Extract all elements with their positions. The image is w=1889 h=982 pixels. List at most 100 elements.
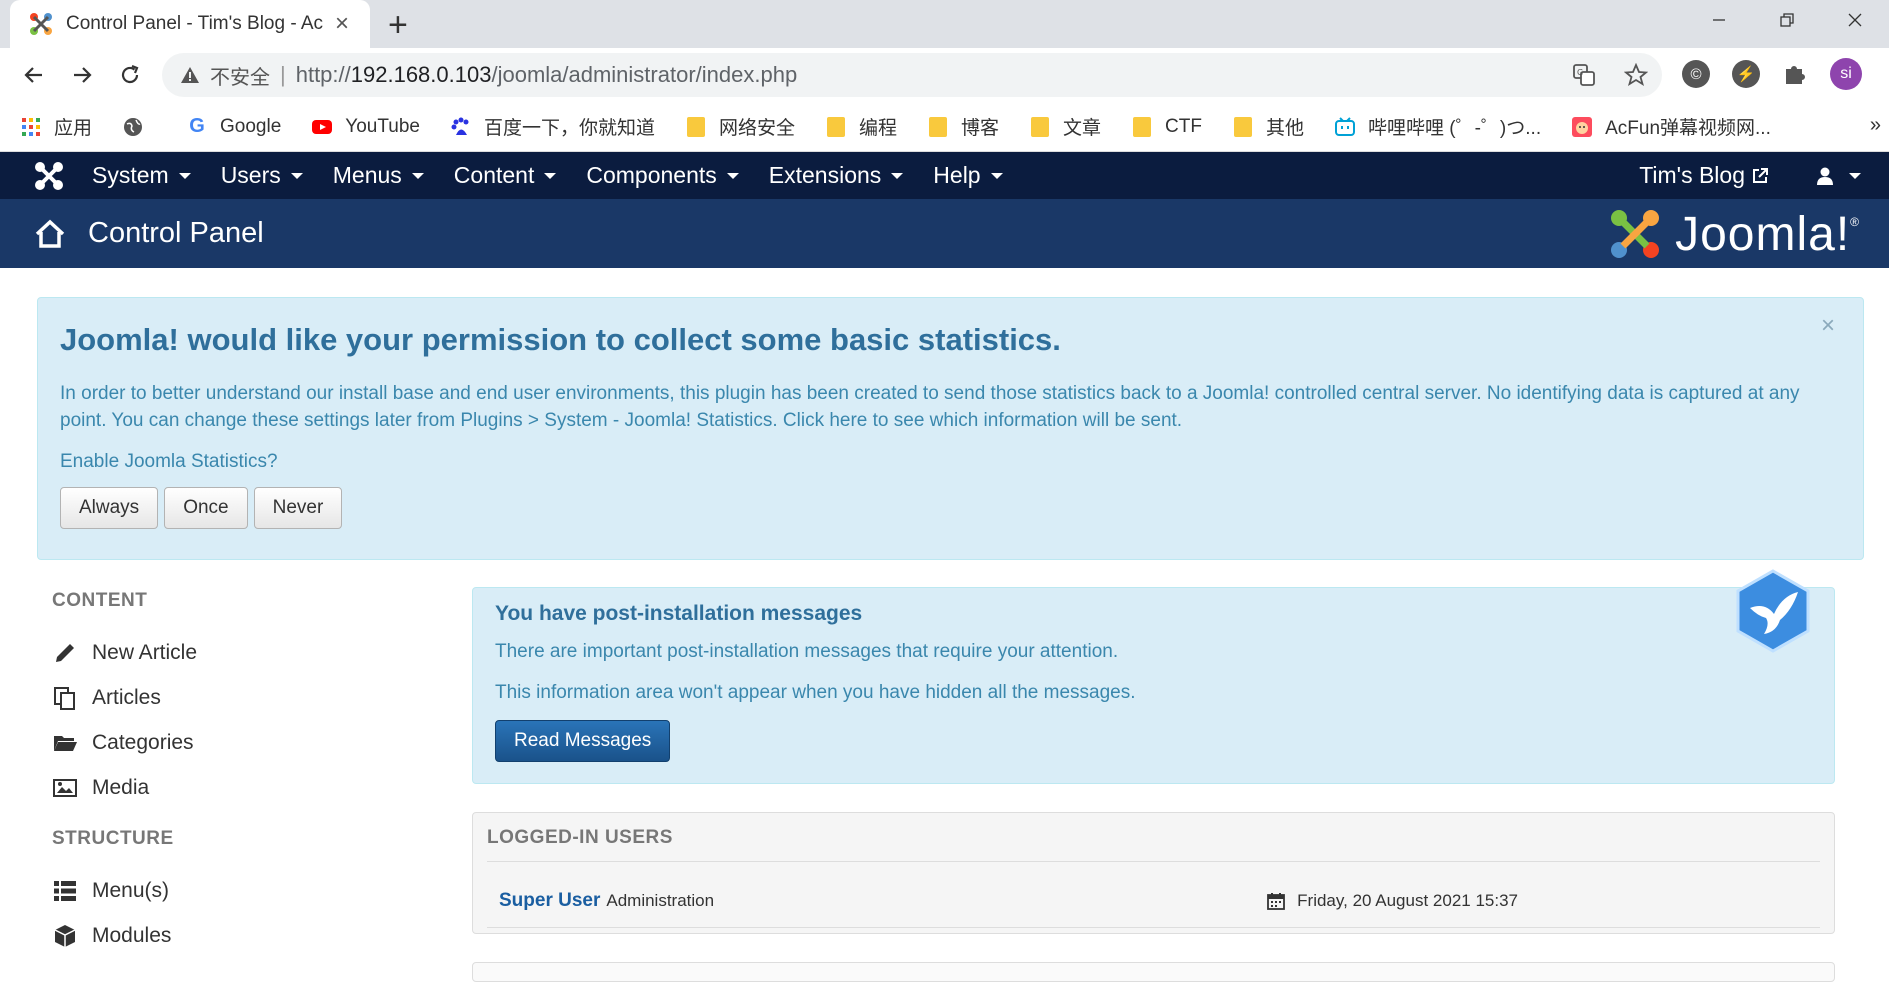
bookmarks-overflow-button[interactable]: » xyxy=(1870,114,1881,137)
sidebar-item-new-article[interactable]: New Article xyxy=(52,630,412,675)
tab-close-icon[interactable]: × xyxy=(328,10,356,38)
pencil-icon xyxy=(56,643,74,662)
login-date-text: Friday, 20 August 2021 15:37 xyxy=(1297,890,1518,910)
bookmark-folder-ctf[interactable]: CTF xyxy=(1131,116,1202,138)
not-secure-label: 不安全 xyxy=(210,66,270,89)
bookmark-globe[interactable] xyxy=(122,116,156,138)
sidebar-item-categories[interactable]: Categories xyxy=(52,720,412,765)
bookmark-folder-articles[interactable]: 文章 xyxy=(1029,113,1101,140)
read-messages-button[interactable]: Read Messages xyxy=(495,720,671,762)
sidebar-item-articles[interactable]: Articles xyxy=(52,675,412,720)
menu-components[interactable]: Components xyxy=(586,162,739,189)
svg-text:G: G xyxy=(1577,68,1583,77)
lightning-extension-icon[interactable]: ⚡ xyxy=(1732,60,1760,88)
post-installation-panel: You have post-installation messages Ther… xyxy=(472,587,1835,784)
bookmark-apps[interactable]: 应用 xyxy=(20,113,92,140)
menu-label: Content xyxy=(453,162,535,188)
url-prefix: http:// xyxy=(295,62,351,87)
sidebar-item-media[interactable]: Media xyxy=(52,765,412,810)
bookmark-youtube[interactable]: YouTube xyxy=(311,116,420,138)
alert-close-icon[interactable]: × xyxy=(1821,312,1835,340)
alert-body: In order to better understand our instal… xyxy=(60,383,1800,431)
logged-in-heading: LOGGED-IN USERS xyxy=(487,827,1820,862)
caret-down-icon xyxy=(290,172,303,179)
browser-tab-bar: Control Panel - Tim's Blog - Ac × + xyxy=(0,0,1889,48)
bookmark-label: 应用 xyxy=(54,118,93,139)
user-menu[interactable] xyxy=(1815,166,1861,186)
puzzle-extensions-icon[interactable] xyxy=(1782,61,1808,87)
registered-mark: ® xyxy=(1850,215,1859,229)
login-date: Friday, 20 August 2021 15:37 xyxy=(1267,891,1518,911)
url-text: http://192.168.0.103/joomla/administrato… xyxy=(296,62,797,88)
bookmark-google[interactable]: G Google xyxy=(186,115,281,138)
caret-down-icon xyxy=(1849,172,1861,179)
menu-help[interactable]: Help xyxy=(933,162,1003,189)
site-link[interactable]: Tim's Blog xyxy=(1639,162,1769,189)
user-role: Administration xyxy=(606,890,715,910)
new-tab-button[interactable]: + xyxy=(388,6,408,45)
folder-icon xyxy=(927,116,949,138)
menu-content[interactable]: Content xyxy=(454,162,557,189)
once-button[interactable]: Once xyxy=(164,487,248,529)
profile-avatar[interactable]: si xyxy=(1830,58,1862,90)
reload-button[interactable] xyxy=(108,53,152,97)
bookmark-acfun[interactable]: AcFun弹幕视频网... xyxy=(1571,113,1771,140)
restore-button[interactable] xyxy=(1753,0,1821,40)
bookmark-folder-other[interactable]: 其他 xyxy=(1232,113,1304,140)
next-panel-edge xyxy=(472,962,1835,982)
minimize-button[interactable] xyxy=(1685,0,1753,40)
bookmark-folder-programming[interactable]: 编程 xyxy=(825,113,897,140)
sidebar-item-modules[interactable]: Modules xyxy=(52,913,412,958)
user-name-link[interactable]: Super User xyxy=(499,890,600,912)
copyright-extension-icon[interactable]: © xyxy=(1682,60,1710,88)
youtube-icon xyxy=(312,119,333,134)
never-button[interactable]: Never xyxy=(253,487,343,529)
bookmark-label: YouTube xyxy=(345,115,420,137)
bookmark-label: CTF xyxy=(1165,115,1202,137)
browser-tab-active[interactable]: Control Panel - Tim's Blog - Ac × xyxy=(10,0,370,48)
bookmark-label: 网络安全 xyxy=(718,118,795,139)
menu-menus[interactable]: Menus xyxy=(333,162,424,189)
translate-icon[interactable]: G xyxy=(1572,63,1596,87)
browser-toolbar: 不安全 | http://192.168.0.103/joomla/admini… xyxy=(0,48,1889,102)
menu-label: Help xyxy=(933,162,981,188)
menu-extensions[interactable]: Extensions xyxy=(769,162,904,189)
navbar-right: Tim's Blog xyxy=(1639,152,1861,199)
sidebar-item-menus[interactable]: Menu(s) xyxy=(52,868,412,913)
bookmark-baidu[interactable]: 百度一下，你就知道 xyxy=(450,113,655,140)
menu-label: Extensions xyxy=(768,162,882,188)
sidebar-item-label: Modules xyxy=(92,923,172,947)
sidebar-item-label: New Article xyxy=(92,640,198,664)
forward-button[interactable] xyxy=(60,53,104,97)
menu-system[interactable]: System xyxy=(92,162,191,189)
menu-label: System xyxy=(92,162,169,188)
always-button[interactable]: Always xyxy=(60,487,159,529)
apps-grid-icon xyxy=(22,117,40,136)
folder-icon xyxy=(685,116,707,138)
back-button[interactable] xyxy=(12,53,56,97)
alert-heading: Joomla! would like your permission to co… xyxy=(60,322,1061,357)
caret-down-icon xyxy=(411,172,424,179)
close-window-button[interactable] xyxy=(1821,0,1889,40)
minimize-icon xyxy=(1713,19,1725,21)
bookmark-label: 文章 xyxy=(1063,118,1102,139)
sidebar-item-label: Articles xyxy=(92,685,161,709)
bookmark-folder-blog[interactable]: 博客 xyxy=(927,113,999,140)
caret-down-icon xyxy=(544,172,557,179)
address-bar[interactable]: 不安全 | http://192.168.0.103/joomla/admini… xyxy=(162,53,1662,97)
caret-down-icon xyxy=(726,172,739,179)
bird-badge-icon[interactable] xyxy=(1730,568,1816,654)
content-heading: CONTENT xyxy=(52,590,148,611)
menu-label: Components xyxy=(586,162,717,188)
sidebar-item-label: Media xyxy=(92,775,150,799)
bookmark-folder-security[interactable]: 网络安全 xyxy=(685,113,795,140)
browser-menu-icon[interactable]: ⋮ xyxy=(1884,59,1889,90)
bookmark-star-icon[interactable] xyxy=(1624,63,1648,87)
window-controls xyxy=(1685,0,1889,40)
menu-users[interactable]: Users xyxy=(221,162,303,189)
joomla-admin-navbar: System Users Menus Content Components Ex… xyxy=(0,152,1889,199)
calendar-icon xyxy=(1267,892,1286,910)
joomla-logo-icon[interactable] xyxy=(32,159,66,193)
bookmark-bilibili[interactable]: 哔哩哔哩 (゜-゜)つ... xyxy=(1334,113,1541,140)
google-icon: G xyxy=(189,115,205,137)
